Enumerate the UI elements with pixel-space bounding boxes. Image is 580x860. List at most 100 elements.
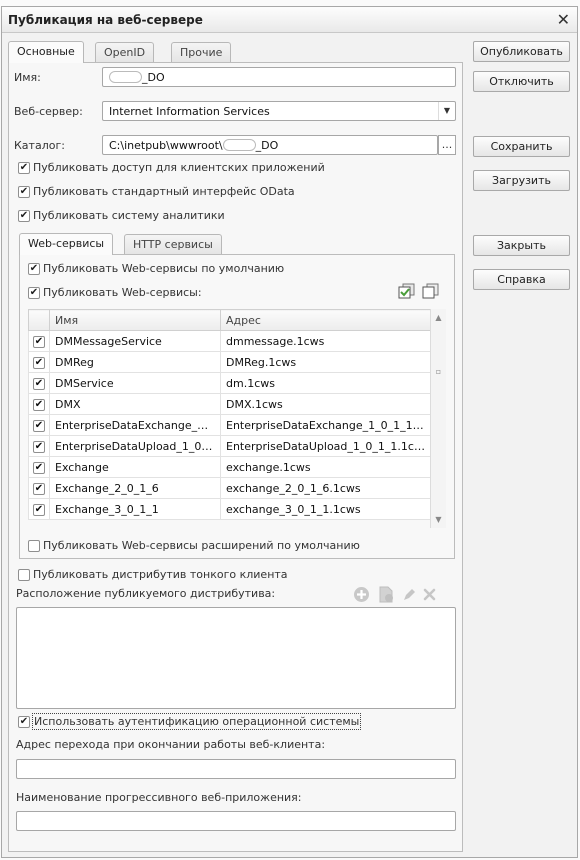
help-button[interactable]: Справка bbox=[473, 269, 570, 290]
ws-extensions-checkbox[interactable] bbox=[28, 540, 40, 552]
table-scrollbar[interactable]: ▲ ▫ ▼ bbox=[430, 309, 446, 528]
pencil-icon[interactable] bbox=[402, 587, 417, 602]
chevron-down-icon[interactable]: ▼ bbox=[438, 102, 455, 120]
row-checkbox[interactable]: ✔ bbox=[33, 399, 45, 411]
table-row[interactable]: ✔ EnterpriseDataUpload_1_0_1_1 EnterpriseD… bbox=[28, 435, 431, 457]
delete-icon[interactable] bbox=[423, 588, 436, 601]
table-row[interactable]: ✔ DMMessageService dmmessage.1cws bbox=[28, 330, 431, 352]
ws-publish-checkbox[interactable]: ✔ bbox=[28, 287, 40, 299]
service-address-cell[interactable]: exchange_3_0_1_1.1cws bbox=[220, 498, 431, 520]
service-address-cell[interactable]: exchange_2_0_1_6.1cws bbox=[220, 477, 431, 499]
catalog-prefix: C:\inetpub\wwwroot\ bbox=[109, 139, 223, 152]
row-checkbox[interactable]: ✔ bbox=[33, 420, 45, 432]
webserver-select[interactable]: Internet Information Services ▼ bbox=[102, 101, 456, 121]
row-checkbox[interactable]: ✔ bbox=[33, 483, 45, 495]
row-check-cell[interactable]: ✔ bbox=[28, 414, 50, 436]
catalog-field[interactable]: C:\inetpub\wwwroot\ _DO bbox=[102, 135, 438, 155]
service-address-cell[interactable]: EnterpriseDataExchange_1_0_1_1.1cws bbox=[220, 414, 431, 436]
publish-button[interactable]: Опубликовать bbox=[473, 41, 570, 62]
table-row[interactable]: ✔ EnterpriseDataExchange_1_0_1_1Enterpris… bbox=[28, 414, 431, 436]
scroll-down-icon[interactable]: ▼ bbox=[431, 515, 446, 524]
row-check-cell[interactable]: ✔ bbox=[28, 477, 50, 499]
table-row[interactable]: ✔ Exchange_3_0_1_1 exchange_3_0_1_1.1cws bbox=[28, 498, 431, 520]
title-bar: Публикация на веб-сервере ✕ bbox=[2, 7, 577, 33]
ws-default-label: Публиковать Web-сервисы по умолчанию bbox=[43, 262, 285, 275]
table-row[interactable]: ✔ Exchange_2_0_1_6 exchange_2_0_1_6.1cws bbox=[28, 477, 431, 499]
service-name-cell[interactable]: DMReg bbox=[49, 351, 221, 373]
service-address-cell[interactable]: DMReg.1cws bbox=[220, 351, 431, 373]
table-row[interactable]: ✔ DMX DMX.1cws bbox=[28, 393, 431, 415]
row-checkbox[interactable]: ✔ bbox=[33, 336, 45, 348]
disable-button[interactable]: Отключить bbox=[473, 71, 570, 92]
distrib-location-list[interactable] bbox=[16, 607, 456, 709]
close-icon[interactable]: ✕ bbox=[557, 10, 570, 29]
row-check-cell[interactable]: ✔ bbox=[28, 456, 50, 478]
service-name-cell[interactable]: DMService bbox=[49, 372, 221, 394]
row-check-cell[interactable]: ✔ bbox=[28, 498, 50, 520]
web-services-table[interactable]: Имя Адрес ✔ DMMessageService dmmessage.1cw… bbox=[28, 309, 431, 520]
service-name-cell[interactable]: Exchange_2_0_1_6 bbox=[49, 477, 221, 499]
os-auth-checkbox[interactable]: ✔ bbox=[18, 716, 30, 728]
pwa-name-field[interactable] bbox=[16, 811, 456, 831]
row-checkbox[interactable]: ✔ bbox=[33, 357, 45, 369]
ws-default-checkbox[interactable]: ✔ bbox=[28, 263, 40, 275]
os-auth-label: Использовать аутентификацию операционной… bbox=[32, 713, 362, 730]
row-checkbox[interactable]: ✔ bbox=[33, 378, 45, 390]
row-checkbox[interactable]: ✔ bbox=[33, 504, 45, 516]
service-address-cell[interactable]: DMX.1cws bbox=[220, 393, 431, 415]
service-name-cell[interactable]: DMX bbox=[49, 393, 221, 415]
service-name-cell[interactable]: EnterpriseDataUpload_1_0_1_1 bbox=[49, 435, 221, 457]
name-column-header[interactable]: Имя bbox=[49, 309, 221, 331]
odata-checkbox[interactable]: ✔ bbox=[18, 186, 30, 198]
row-check-cell[interactable]: ✔ bbox=[28, 393, 50, 415]
row-check-cell[interactable]: ✔ bbox=[28, 330, 50, 352]
name-field[interactable]: _DO bbox=[102, 67, 456, 87]
tab-openid[interactable]: OpenID bbox=[95, 42, 155, 63]
client-access-checkbox[interactable]: ✔ bbox=[18, 162, 30, 174]
service-name-cell[interactable]: DMMessageService bbox=[49, 330, 221, 352]
service-address-cell[interactable]: EnterpriseDataUpload_1_0_1_1.1cws bbox=[220, 435, 431, 457]
tab-other[interactable]: Прочие bbox=[171, 42, 232, 63]
service-name-cell[interactable]: EnterpriseDataExchange_1_0_1_1 bbox=[49, 414, 221, 436]
odata-label: Публиковать стандартный интерфейс OData bbox=[33, 185, 295, 198]
row-check-cell[interactable]: ✔ bbox=[28, 435, 50, 457]
tab-main[interactable]: Основные bbox=[8, 41, 84, 63]
distrib-location-label: Расположение публикуемого дистрибутива: bbox=[16, 587, 276, 600]
distrib-checkbox[interactable] bbox=[18, 569, 30, 581]
save-button[interactable]: Сохранить bbox=[473, 136, 570, 157]
scroll-thumb-grip[interactable]: ▫ bbox=[431, 367, 446, 376]
redirect-url-label: Адрес перехода при окончании работы веб-… bbox=[16, 738, 326, 751]
table-row[interactable]: ✔ DMReg DMReg.1cws bbox=[28, 351, 431, 373]
table-header-row: Имя Адрес bbox=[28, 309, 431, 331]
analytics-checkbox[interactable]: ✔ bbox=[18, 210, 30, 222]
check-all-icon[interactable] bbox=[398, 283, 416, 300]
service-address-cell[interactable]: dmmessage.1cws bbox=[220, 330, 431, 352]
ws-extensions-label: Публиковать Web-сервисы расширений по ум… bbox=[43, 539, 360, 552]
tab-web-services[interactable]: Web-сервисы bbox=[19, 233, 114, 255]
uncheck-all-icon[interactable] bbox=[422, 283, 440, 300]
row-check-cell[interactable]: ✔ bbox=[28, 372, 50, 394]
service-address-cell[interactable]: exchange.1cws bbox=[220, 456, 431, 478]
close-button[interactable]: Закрыть bbox=[473, 235, 570, 256]
service-address-cell[interactable]: dm.1cws bbox=[220, 372, 431, 394]
browse-button[interactable]: ... bbox=[438, 135, 456, 155]
webserver-label: Веб-сервер: bbox=[14, 105, 83, 118]
row-check-cell[interactable]: ✔ bbox=[28, 351, 50, 373]
table-row[interactable]: ✔ DMService dm.1cws bbox=[28, 372, 431, 394]
ws-publish-label: Публиковать Web-сервисы: bbox=[43, 286, 202, 299]
service-name-cell[interactable]: Exchange bbox=[49, 456, 221, 478]
redirect-url-field[interactable] bbox=[16, 759, 456, 779]
scroll-up-icon[interactable]: ▲ bbox=[431, 313, 446, 322]
row-checkbox[interactable]: ✔ bbox=[33, 441, 45, 453]
client-access-label: Публиковать доступ для клиентских прилож… bbox=[33, 161, 325, 174]
address-column-header[interactable]: Адрес bbox=[220, 309, 431, 331]
row-checkbox[interactable]: ✔ bbox=[33, 462, 45, 474]
load-button[interactable]: Загрузить bbox=[473, 170, 570, 191]
service-name-cell[interactable]: Exchange_3_0_1_1 bbox=[49, 498, 221, 520]
window-title: Публикация на веб-сервере bbox=[8, 13, 203, 27]
add-icon[interactable] bbox=[353, 586, 370, 603]
copy-icon[interactable] bbox=[378, 586, 395, 603]
check-column-header bbox=[28, 309, 50, 331]
tab-http-services[interactable]: HTTP сервисы bbox=[124, 234, 222, 255]
table-row[interactable]: ✔ Exchange exchange.1cws bbox=[28, 456, 431, 478]
